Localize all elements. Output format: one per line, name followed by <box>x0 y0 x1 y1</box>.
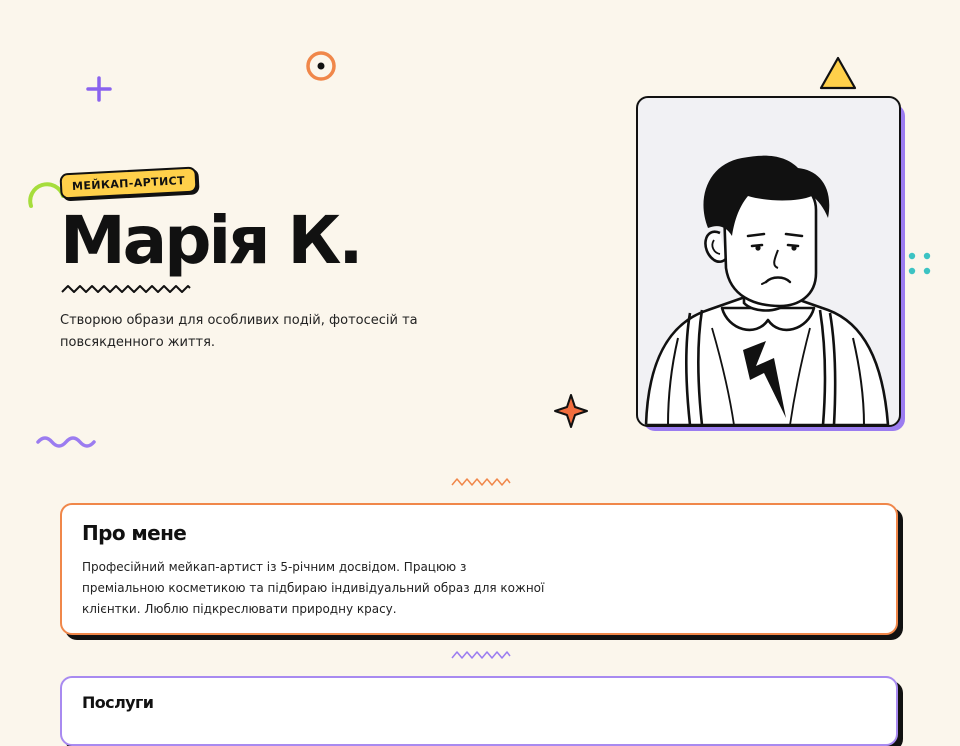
dots-icon <box>908 252 931 275</box>
plus-icon <box>86 76 112 102</box>
ring-icon <box>306 51 336 81</box>
wave-divider-icon <box>451 651 511 659</box>
role-badge: МЕЙКАП-АРТИСТ <box>59 166 198 200</box>
wave-icon <box>36 436 96 448</box>
services-title: Послуги <box>82 693 154 712</box>
hero-name: Марія К. <box>60 202 363 279</box>
zigzag-underline-icon <box>61 285 191 293</box>
about-text: Професійний мейкап-артист із 5-річним до… <box>82 560 545 616</box>
portrait-frame <box>636 96 901 427</box>
hero-tagline: Створюю образи для особливих подій, фото… <box>60 313 418 350</box>
about-card: Про мене Професійний мейкап-артист із 5-… <box>60 503 898 635</box>
avatar-illustration <box>644 155 890 425</box>
services-card: Послуги <box>60 676 898 746</box>
about-title: Про мене <box>82 521 187 545</box>
triangle-icon <box>819 56 857 90</box>
sparkle-icon <box>554 394 588 428</box>
wave-divider-icon <box>451 478 511 486</box>
